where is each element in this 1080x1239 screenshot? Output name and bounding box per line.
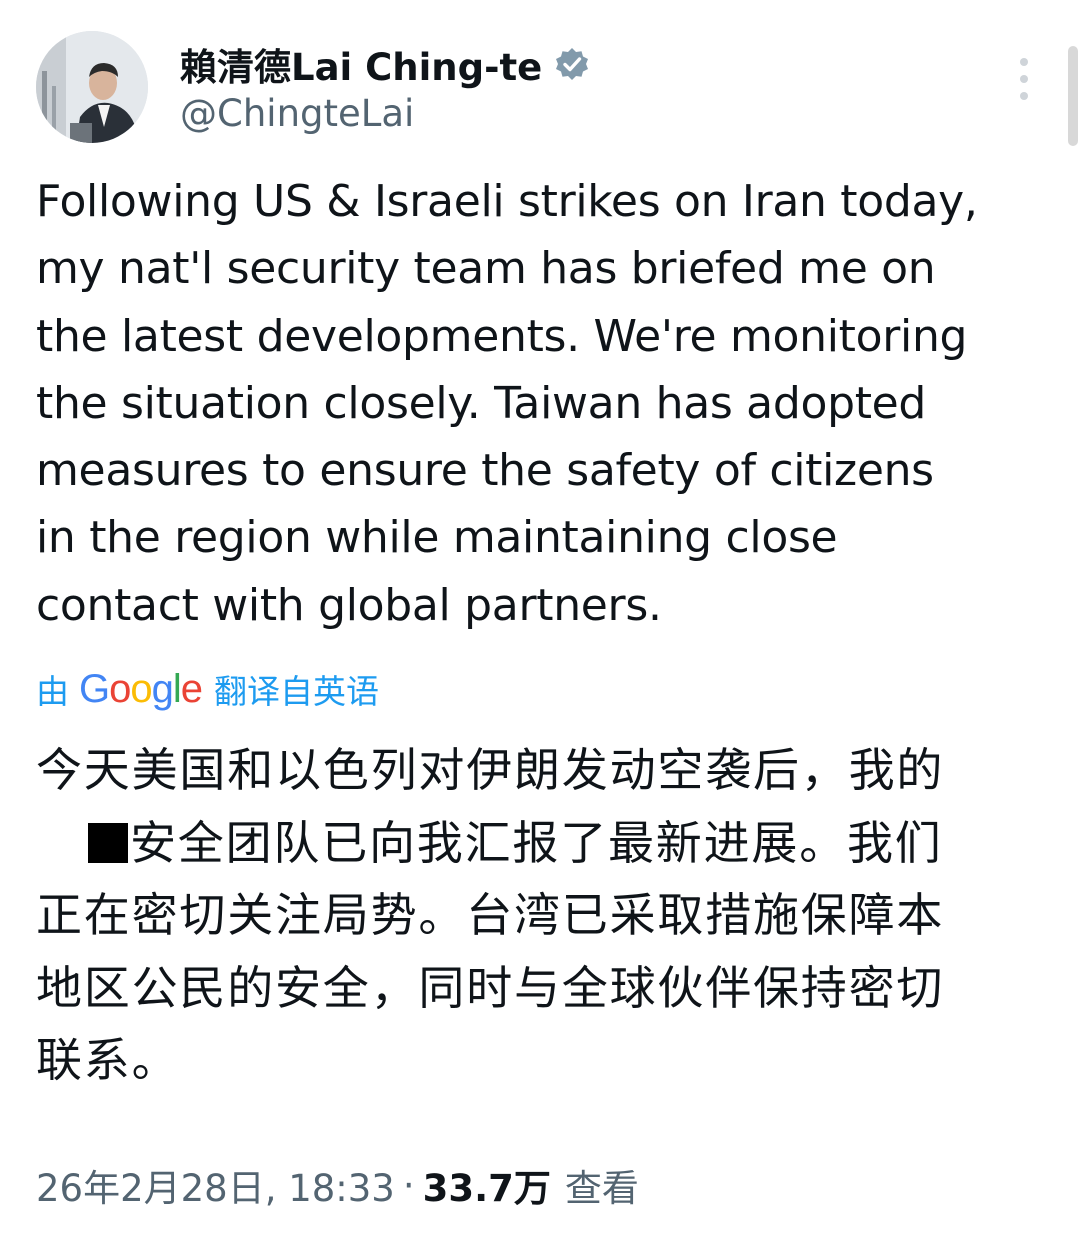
scrollbar[interactable] [1068,46,1078,146]
google-logo: Google [79,666,203,711]
profile-photo-icon [36,31,148,143]
tweet-text-line: the situation closely. Taiwan has adopte… [36,377,927,429]
tweet-timestamp[interactable]: 26年2月28日, 18:33 [36,1158,395,1212]
translation-attribution[interactable]: 由 Google 翻译自英语 [36,664,379,714]
translation-suffix: 翻译自英语 [214,672,380,711]
redaction-block [88,822,128,863]
author-name-row: 賴清德Lai Ching-te [180,37,590,91]
tweet-text-line: in the region while maintaining close [36,512,838,564]
tweet-text-line: measures to ensure the safety of citizen… [36,445,934,497]
tweet-text-line: the latest developments. We're monitorin… [36,310,968,362]
translation-prefix: 由 [36,672,69,711]
view-count-label: 查看 [564,1167,639,1210]
verified-badge-icon [554,46,590,82]
tweet-text-line: my nat'l security team has briefed me on [36,243,936,295]
avatar[interactable] [36,31,148,143]
translated-line: 联系。 [36,1033,180,1087]
translated-line: 安全团队已向我汇报了最新进展。我们 [36,807,1046,880]
author-display-name[interactable]: 賴清德Lai Ching-te [180,37,542,91]
translated-line: 正在密切关注局势。台湾已采取措施保障本 [36,888,945,942]
translated-line: 地区公民的安全，同时与全球伙伴保持密切 [36,960,945,1015]
translated-line: 今天美国和以色列对伊朗发动空袭后，我的 [36,743,945,797]
translated-text: 今天美国和以色列对伊朗发动空袭后，我的 安全团队已向我汇报了最新进展。我们 正在… [36,734,1046,1097]
view-count: 33.7万 [422,1167,551,1210]
tweet-text-line: Following US & Israeli strikes on Iran t… [36,176,978,227]
tweet-meta: 26年2月28日, 18:33 · 33.7万 查看 [36,1158,639,1212]
more-options-icon[interactable] [1008,58,1040,100]
translated-line-text: 安全团队已向我汇报了最新进展。我们 [130,815,943,870]
tweet-text: Following US & Israeli strikes on Iran t… [36,168,1046,639]
author-handle[interactable]: @ChingteLai [180,92,414,135]
tweet-text-line: contact with global partners. [36,579,662,631]
meta-separator: · [402,1163,415,1207]
